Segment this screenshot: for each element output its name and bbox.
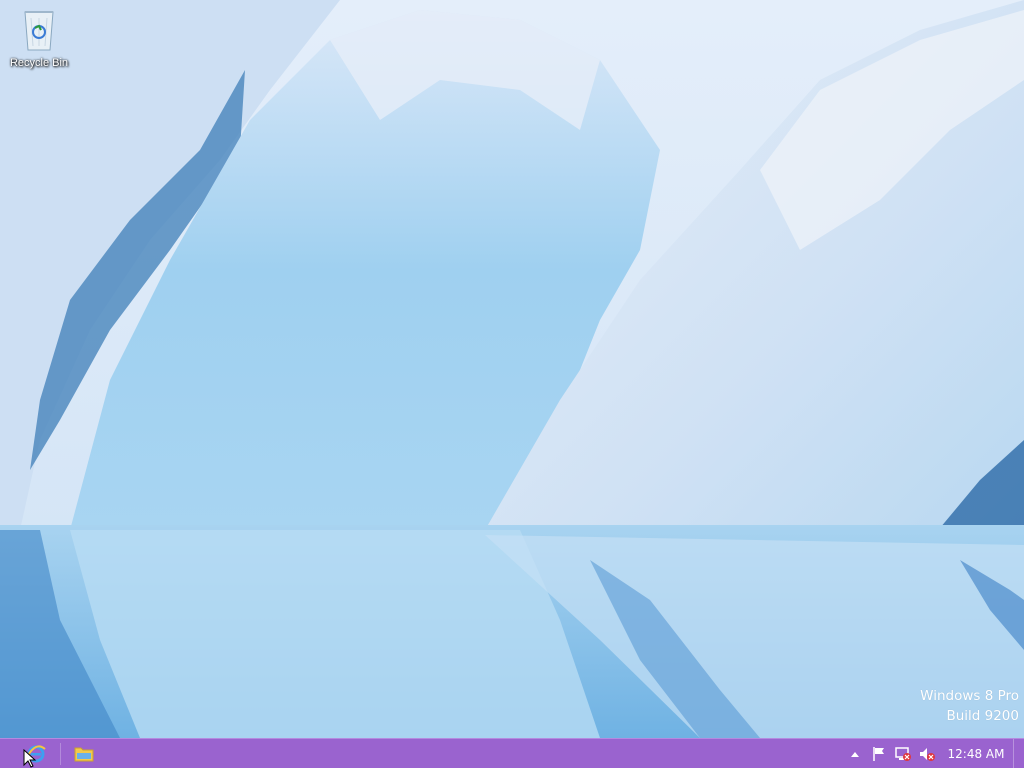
recycle-bin-label: Recycle Bin (9, 57, 69, 69)
volume-muted-icon (920, 747, 935, 761)
taskbar[interactable]: 12:48 AM (0, 738, 1024, 768)
network-status-button[interactable] (891, 739, 915, 768)
volume-button[interactable] (915, 739, 939, 768)
show-desktop-button[interactable] (1013, 739, 1024, 768)
taskbar-clock[interactable]: 12:48 AM (939, 739, 1013, 768)
file-explorer-taskbar-button[interactable] (66, 739, 102, 768)
mouse-cursor-icon (23, 749, 37, 768)
watermark-build: Build 9200 (946, 708, 1019, 724)
watermark-edition: Windows 8 Pro (920, 688, 1019, 704)
wallpaper-ice-image (0, 0, 1024, 738)
windows-build-watermark: Windows 8 Pro Build 9200 (920, 686, 1019, 726)
flag-icon (873, 746, 884, 761)
chevron-up-icon (851, 751, 859, 757)
file-explorer-icon (74, 747, 94, 761)
recycle-bin-desktop-icon[interactable]: Recycle Bin (6, 6, 72, 78)
system-tray: 12:48 AM (843, 739, 1024, 768)
desktop[interactable]: Recycle Bin Windows 8 Pro Build 9200 12:… (0, 0, 1024, 768)
taskbar-separator (60, 743, 61, 765)
show-hidden-icons-button[interactable] (843, 739, 867, 768)
action-center-button[interactable] (867, 739, 891, 768)
network-disconnected-icon (895, 746, 911, 761)
recycle-bin-icon (24, 11, 54, 51)
